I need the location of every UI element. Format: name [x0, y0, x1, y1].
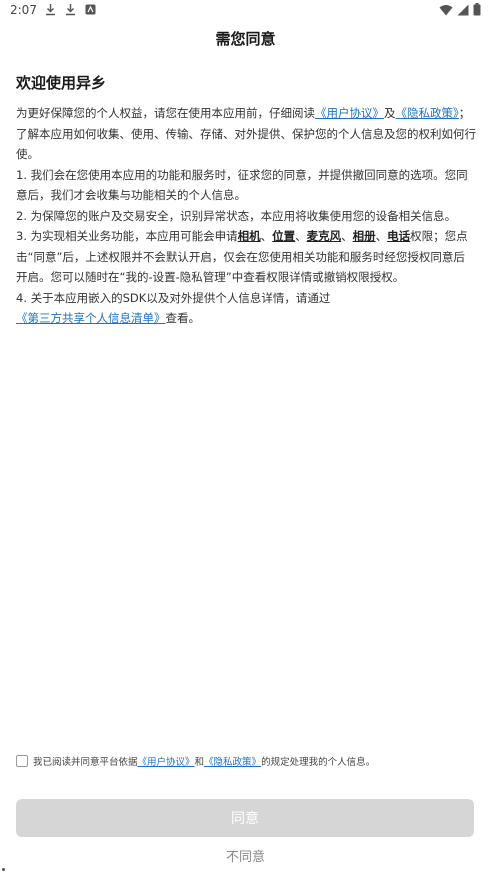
disagree-button[interactable]: 不同意 [0, 846, 491, 865]
permission-phone: 电话 [387, 229, 411, 243]
notification-icon [85, 4, 96, 15]
wifi-icon [439, 4, 453, 15]
intro-text-mid: 及 [384, 106, 396, 120]
intro-text-pre: 为更好保障您的个人权益，请您在使用本应用前，仔细阅读 [16, 106, 315, 120]
permission-camera: 相机 [237, 229, 261, 243]
consent-item-2: 2. 为保障您的账户及交易安全，识别异常状态，本应用将收集使用您的设备相关信息。 [16, 208, 457, 223]
corner-dot [2, 868, 5, 871]
status-icons-right [439, 3, 481, 16]
permission-location: 位置 [272, 229, 296, 243]
agreement-text-pre: 我已阅读并同意平台依据 [33, 757, 138, 768]
page-title: 需您同意 [215, 30, 276, 48]
agreement-row: 我已阅读并同意平台依据 《用户协议》和《隐私政策》 的规定处理我的个人信息。 [16, 754, 481, 768]
signal-icon [457, 4, 469, 15]
item3-sep: 、 [341, 229, 353, 243]
item4-text-post: 查看。 [165, 311, 201, 325]
item3-sep: 、 [260, 229, 273, 243]
agree-button[interactable]: 同意 [16, 799, 474, 837]
download-icon [46, 4, 55, 16]
status-time: 2:07 [10, 3, 37, 17]
privacy-policy-link[interactable]: 《隐私政策》 [396, 106, 459, 120]
permission-microphone: 麦克风 [306, 229, 342, 243]
agreement-user-agreement-link[interactable]: 《用户协议》 [138, 754, 195, 768]
download-icon [66, 4, 75, 16]
agreement-text-mid: 和 [194, 757, 205, 768]
consent-item-4: 4. 关于本应用嵌入的SDK以及对外提供个人信息详情，请通过《第三方共享个人信息… [16, 288, 476, 329]
battery-icon [473, 3, 481, 16]
intro-paragraph: 为更好保障您的个人权益，请您在使用本应用前，仔细阅读《用户协议》及《隐私政策》；… [16, 103, 476, 165]
agreement-text-post: 的规定处理我的个人信息。 [261, 757, 376, 768]
agreement-checkbox[interactable] [16, 755, 28, 767]
consent-item-3: 3. 为实现相关业务功能，本应用可能会申请相机、位置、麦克风、相册、电话权限；您… [16, 226, 476, 288]
consent-item-1: 1. 我们会在您使用本应用的功能和服务时，征求您的同意，并提供撤回同意的选项。您… [16, 167, 468, 203]
item3-sep: 、 [295, 229, 307, 243]
item3-sep: 、 [375, 229, 388, 243]
item3-text-pre: 3. 为实现相关业务功能，本应用可能会申请 [16, 229, 238, 243]
status-bar: 2:07 [0, 0, 491, 22]
consent-content: 欢迎使用异乡 为更好保障您的个人权益，请您在使用本应用前，仔细阅读《用户协议》及… [16, 72, 476, 329]
third-party-list-link[interactable]: 《第三方共享个人信息清单》 [16, 311, 166, 325]
user-agreement-link[interactable]: 《用户协议》 [315, 106, 384, 120]
permission-album: 相册 [352, 229, 376, 243]
item4-text-pre: 4. 关于本应用嵌入的SDK以及对外提供个人信息详情，请通过 [16, 290, 331, 305]
agreement-privacy-policy-link[interactable]: 《隐私政策》 [204, 754, 261, 768]
status-icons-left [44, 3, 97, 16]
welcome-heading: 欢迎使用异乡 [16, 74, 107, 92]
